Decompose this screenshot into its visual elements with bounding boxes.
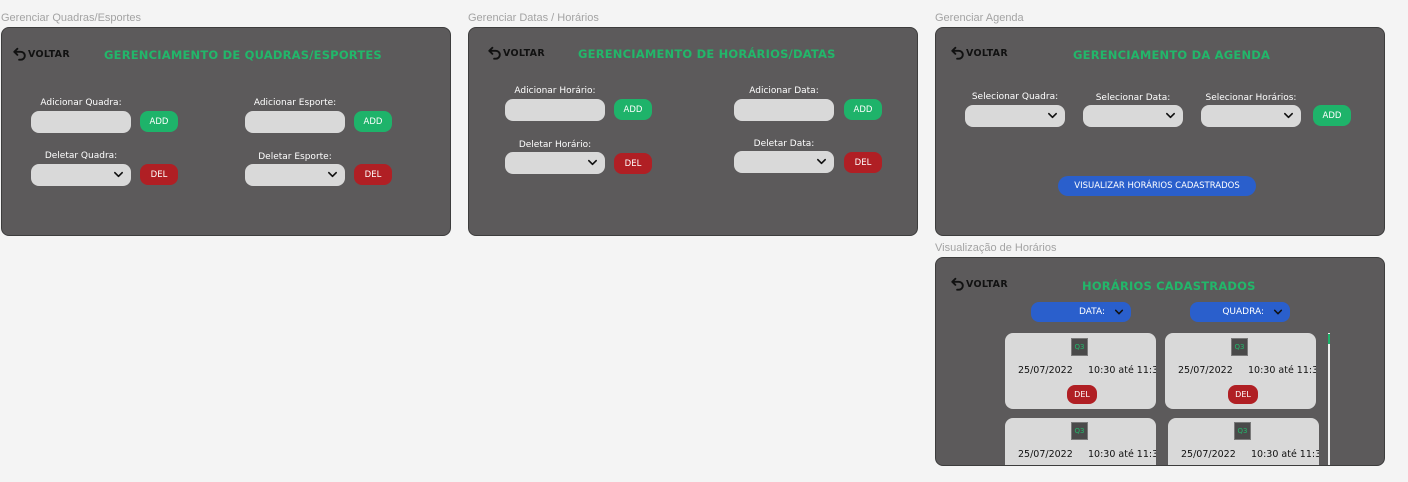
schedule-time: 10:30 até 11:30 xyxy=(1088,449,1156,460)
add-esporte-label: Adicionar Esporte: xyxy=(253,98,337,108)
del-data-select[interactable] xyxy=(734,151,834,173)
frame-label-visualizacao: Visualização de Horários xyxy=(935,242,1057,254)
frame-label-datas: Gerenciar Datas / Horários xyxy=(468,12,599,24)
back-label: VOLTAR xyxy=(503,47,545,59)
undo-arrow-icon xyxy=(13,47,26,61)
sel-data-label: Selecionar Data: xyxy=(1095,93,1171,103)
filter-quadra-label: QUADRA: xyxy=(1222,307,1264,317)
filter-quadra-select[interactable]: QUADRA: xyxy=(1190,302,1290,322)
schedule-card: Q3 25/07/2022 10:30 até 11:30 DEL xyxy=(1005,333,1156,409)
chevron-down-icon xyxy=(1284,112,1293,119)
add-horario-button[interactable]: ADD xyxy=(614,99,652,120)
page-title: GERENCIAMENTO DE QUADRAS/ESPORTES xyxy=(104,48,382,62)
add-quadra-label: Adicionar Quadra: xyxy=(40,98,122,108)
del-data-label: Deletar Data: xyxy=(753,139,815,149)
add-data-label: Adicionar Data: xyxy=(749,86,819,96)
schedule-time: 10:30 até 11:30 xyxy=(1248,365,1316,376)
chevron-down-icon xyxy=(817,158,826,165)
undo-arrow-icon xyxy=(488,46,501,60)
schedule-time: 10:30 até 11:30 xyxy=(1088,365,1156,376)
schedule-card: Q3 25/07/2022 10:30 até 11:30 xyxy=(1005,418,1156,465)
sel-horarios-label: Selecionar Horários: xyxy=(1205,93,1297,103)
chevron-down-icon xyxy=(588,159,597,166)
court-badge: Q3 xyxy=(1071,422,1088,440)
page-title: GERENCIAMENTO DA AGENDA xyxy=(1073,48,1271,62)
view-schedules-button[interactable]: VISUALIZAR HORÁRIOS CADASTRADOS xyxy=(1058,176,1256,196)
del-quadra-button[interactable]: DEL xyxy=(140,164,178,185)
chevron-down-icon xyxy=(1273,309,1283,315)
chevron-down-icon xyxy=(114,171,123,178)
add-esporte-input[interactable] xyxy=(245,111,345,133)
schedule-card: Q3 25/07/2022 10:30 até 11:30 DEL xyxy=(1165,333,1316,409)
schedule-date: 25/07/2022 xyxy=(1178,365,1233,376)
schedule-date: 25/07/2022 xyxy=(1181,449,1236,460)
add-quadra-button[interactable]: ADD xyxy=(140,111,178,132)
schedule-card: Q3 25/07/2022 10:30 até 11:30 xyxy=(1168,418,1319,465)
back-button[interactable]: VOLTAR xyxy=(951,46,1008,60)
schedule-date: 25/07/2022 xyxy=(1018,365,1073,376)
back-button[interactable]: VOLTAR xyxy=(951,277,1008,291)
undo-arrow-icon xyxy=(951,277,964,291)
scrollbar-thumb[interactable] xyxy=(1328,334,1330,344)
chevron-down-icon xyxy=(1048,112,1057,119)
delete-schedule-button[interactable]: DEL xyxy=(1067,385,1097,404)
del-horario-button[interactable]: DEL xyxy=(614,153,652,174)
del-data-button[interactable]: DEL xyxy=(844,152,882,173)
court-badge: Q3 xyxy=(1234,422,1251,440)
chevron-down-icon xyxy=(1114,309,1124,315)
page-title: GERENCIAMENTO DE HORÁRIOS/DATAS xyxy=(578,47,836,61)
sel-horarios-select[interactable] xyxy=(1201,105,1301,127)
add-quadra-input[interactable] xyxy=(31,111,131,133)
add-horario-label: Adicionar Horário: xyxy=(514,86,596,96)
del-esporte-label: Deletar Esporte: xyxy=(258,152,332,162)
back-label: VOLTAR xyxy=(966,47,1008,59)
del-horario-select[interactable] xyxy=(505,152,605,174)
chevron-down-icon xyxy=(328,171,337,178)
sel-data-select[interactable] xyxy=(1083,105,1183,127)
filter-data-label: DATA: xyxy=(1078,307,1105,317)
schedule-date: 25/07/2022 xyxy=(1018,449,1073,460)
back-button[interactable]: VOLTAR xyxy=(13,47,70,61)
filter-data-select[interactable]: DATA: xyxy=(1031,302,1131,322)
del-horario-label: Deletar Horário: xyxy=(518,140,592,150)
panel-quadras-esportes: VOLTAR GERENCIAMENTO DE QUADRAS/ESPORTES… xyxy=(1,27,451,236)
schedule-time: 10:30 até 11:30 xyxy=(1251,449,1319,460)
add-horario-input[interactable] xyxy=(505,99,605,121)
frame-label-quadras: Gerenciar Quadras/Esportes xyxy=(1,12,142,24)
undo-arrow-icon xyxy=(951,46,964,60)
back-button[interactable]: VOLTAR xyxy=(488,46,545,60)
del-esporte-select[interactable] xyxy=(245,164,345,186)
panel-agenda: VOLTAR GERENCIAMENTO DA AGENDA Seleciona… xyxy=(935,27,1385,236)
del-quadra-label: Deletar Quadra: xyxy=(44,151,118,161)
add-data-button[interactable]: ADD xyxy=(844,99,882,120)
del-quadra-select[interactable] xyxy=(31,164,131,186)
court-badge: Q3 xyxy=(1231,338,1248,356)
sel-quadra-label: Selecionar Quadra: xyxy=(971,92,1059,102)
delete-schedule-button[interactable]: DEL xyxy=(1228,385,1258,404)
page-title: HORÁRIOS CADASTRADOS xyxy=(1082,279,1256,293)
panel-visualizacao: VOLTAR HORÁRIOS CADASTRADOS DATA: QUADRA… xyxy=(935,257,1385,466)
sel-quadra-select[interactable] xyxy=(965,105,1065,127)
back-label: VOLTAR xyxy=(28,48,70,60)
panel-datas-horarios: VOLTAR GERENCIAMENTO DE HORÁRIOS/DATAS A… xyxy=(468,27,918,236)
del-esporte-button[interactable]: DEL xyxy=(354,164,392,185)
frame-label-agenda: Gerenciar Agenda xyxy=(935,12,1024,24)
chevron-down-icon xyxy=(1166,112,1175,119)
court-badge: Q3 xyxy=(1071,338,1088,356)
add-esporte-button[interactable]: ADD xyxy=(354,111,392,132)
scrollbar[interactable] xyxy=(1328,333,1330,465)
add-data-input[interactable] xyxy=(734,99,834,121)
add-agenda-button[interactable]: ADD xyxy=(1313,105,1351,126)
back-label: VOLTAR xyxy=(966,278,1008,290)
